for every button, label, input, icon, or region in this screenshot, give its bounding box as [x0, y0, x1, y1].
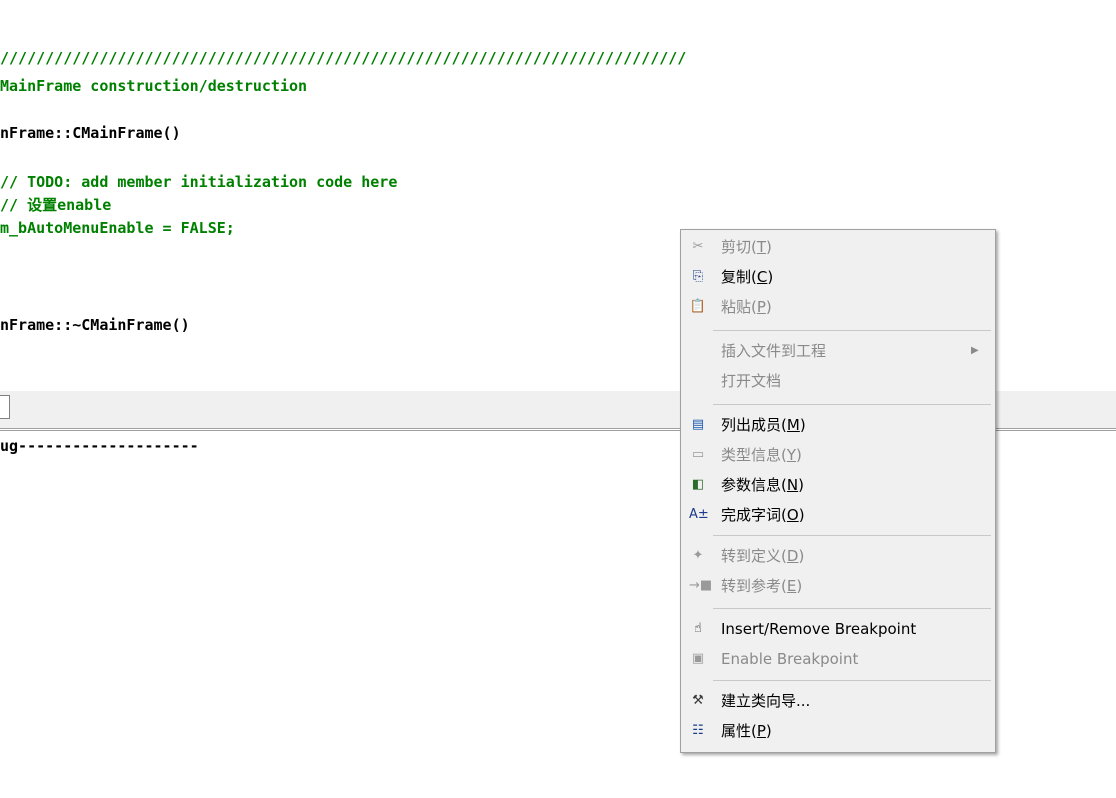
- menu-item-accelerator: T: [756, 238, 767, 256]
- enable-breakpoint-icon: ▣: [691, 651, 705, 666]
- menu-item-paste[interactable]: 📋 粘贴(P): [681, 292, 995, 322]
- menu-item-insert-remove-breakpoint[interactable]: ☝ Insert/Remove Breakpoint: [681, 614, 995, 644]
- scrollbar-button[interactable]: [0, 395, 10, 419]
- menu-item-enable-breakpoint[interactable]: ▣ Enable Breakpoint: [681, 644, 995, 674]
- context-menu: ✂ 剪切(T) ⎘ 复制(C) 📋 粘贴(P) 插入文件到工程 ▶ 打开文档 ▤ 列出成员(M) ▭ 类…: [680, 229, 996, 753]
- menu-item-label: 完成字词(O): [721, 506, 805, 524]
- menu-item-properties[interactable]: ☷ 属性(P): [681, 716, 995, 746]
- menu-item-accelerator: D: [786, 547, 799, 565]
- menu-item-label: 属性(P): [721, 722, 772, 740]
- menu-item-label: 建立类向导...: [721, 692, 811, 710]
- menu-item-label: 参数信息(N): [721, 476, 804, 494]
- menu-item-accelerator: P: [756, 722, 766, 740]
- hand-icon: ☝: [694, 621, 702, 636]
- menu-item-parameter-info[interactable]: ◧ 参数信息(N): [681, 470, 995, 500]
- submenu-arrow-icon: ▶: [971, 345, 979, 356]
- goto-reference-icon: →■: [689, 578, 713, 593]
- menu-item-label: 打开文档: [721, 372, 782, 390]
- menu-item-complete-word[interactable]: A± 完成字词(O): [681, 500, 995, 530]
- menu-item-label: 复制(C): [721, 268, 774, 286]
- code-line-todo-comment[interactable]: // TODO: add member initialization code …: [0, 173, 397, 191]
- properties-icon: ☷: [692, 723, 704, 738]
- code-line-statement[interactable]: m_bAutoMenuEnable = FALSE;: [0, 219, 235, 237]
- menu-item-class-wizard[interactable]: ⚒ 建立类向导...: [681, 686, 995, 716]
- menu-separator: [713, 608, 991, 609]
- menu-item-label: 转到定义(D): [721, 547, 805, 565]
- menu-item-label: 转到参考(E): [721, 577, 803, 595]
- parameter-info-icon: ◧: [691, 477, 705, 492]
- menu-item-copy[interactable]: ⎘ 复制(C): [681, 262, 995, 292]
- menu-item-accelerator: Y: [786, 446, 797, 464]
- goto-definition-icon: ✦: [692, 548, 704, 563]
- copy-icon: ⎘: [692, 269, 704, 284]
- menu-item-accelerator: E: [786, 577, 797, 595]
- menu-item-accelerator: M: [786, 416, 800, 434]
- menu-separator: [713, 680, 991, 681]
- menu-item-label: 类型信息(Y): [721, 446, 802, 464]
- menu-separator: [713, 330, 991, 331]
- menu-item-accelerator: P: [756, 298, 766, 316]
- menu-item-open-document[interactable]: 打开文档: [681, 366, 995, 396]
- code-line-enable-comment[interactable]: // 设置enable: [0, 196, 111, 214]
- menu-item-label: Insert/Remove Breakpoint: [721, 620, 917, 638]
- code-line-section-comment[interactable]: MainFrame construction/destruction: [0, 77, 307, 95]
- menu-item-insert-file[interactable]: 插入文件到工程 ▶: [681, 336, 995, 366]
- cut-icon: ✂: [692, 239, 704, 254]
- menu-item-accelerator: N: [786, 476, 799, 494]
- menu-item-cut[interactable]: ✂ 剪切(T): [681, 232, 995, 262]
- complete-word-icon: A±: [689, 507, 709, 522]
- menu-item-goto-definition[interactable]: ✦ 转到定义(D): [681, 541, 995, 571]
- menu-item-list-members[interactable]: ▤ 列出成员(M): [681, 410, 995, 440]
- type-info-icon: ▭: [691, 447, 705, 462]
- paste-icon: 📋: [689, 299, 707, 314]
- menu-item-label: 粘贴(P): [721, 298, 772, 316]
- menu-item-label: 插入文件到工程: [721, 342, 827, 360]
- menu-separator: [713, 535, 991, 536]
- class-wizard-icon: ⚒: [692, 693, 704, 708]
- output-line: ug--------------------: [0, 437, 199, 455]
- menu-item-label: 列出成员(M): [721, 416, 806, 434]
- code-line-constructor[interactable]: nFrame::CMainFrame(): [0, 124, 181, 142]
- menu-item-accelerator: C: [756, 268, 768, 286]
- menu-item-type-info[interactable]: ▭ 类型信息(Y): [681, 440, 995, 470]
- menu-separator: [713, 404, 991, 405]
- menu-item-goto-reference[interactable]: →■ 转到参考(E): [681, 571, 995, 601]
- code-line-comment-banner[interactable]: ////////////////////////////////////////…: [0, 49, 686, 67]
- menu-item-label: Enable Breakpoint: [721, 650, 859, 668]
- code-line-destructor[interactable]: nFrame::~CMainFrame(): [0, 316, 190, 334]
- menu-item-accelerator: O: [786, 506, 799, 524]
- menu-item-label: 剪切(T): [721, 238, 772, 256]
- list-members-icon: ▤: [691, 417, 705, 432]
